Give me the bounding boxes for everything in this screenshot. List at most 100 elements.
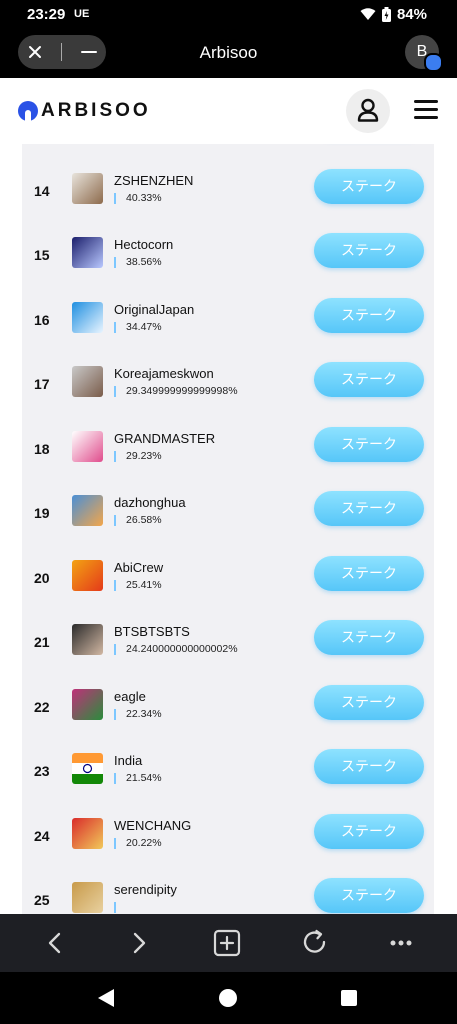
ranking-row: 25 serendipity ステーク [22,868,434,914]
rank-number: 22 [34,698,50,715]
ranking-row: 19 dazhonghua 26.58% ステーク [22,481,434,545]
avatar-dazhonghua [72,495,103,526]
profile-badge-icon [424,53,443,72]
stake-percentage: 29.23% [114,450,162,462]
system-back-icon[interactable] [96,988,116,1008]
ranking-list[interactable]: 1341.14%ステーク 14 ZSHENZHEN 40.33% ステーク 15 Hecto… [0,144,457,914]
ranking-row: 17 Koreajameskwon 29.349999999999998% ステーク [22,352,434,416]
ranking-row: 16 OriginalJapan 34.47% ステーク [22,288,434,352]
ranking-row: 14 ZSHENZHEN 40.33% ステーク [22,159,434,223]
stake-percentage: 38.56% [114,256,162,268]
user-name[interactable]: serendipity [114,882,177,897]
rank-number: 20 [34,569,50,586]
stake-percentage: 24.240000000000002% [114,643,238,655]
rank-number: 24 [34,827,50,844]
avatar-hectocorn [72,237,103,268]
ranking-row: 20 AbiCrew 25.41% ステーク [22,546,434,610]
stake-percentage: 26.58% [114,514,162,526]
rank-number: 16 [34,311,50,328]
rank-number: 15 [34,247,50,263]
stake-button[interactable]: ステーク [314,684,424,720]
avatar-abicrew [72,559,103,591]
ranking-row: 21 BTSBTSBTS 24.240000000000002% ステーク [22,610,434,674]
profile-avatar-button[interactable]: B [405,35,443,72]
rank-number: 17 [34,376,50,392]
avatar-zshenzhen [72,172,103,204]
stake-percentage: 21.54% [114,772,162,784]
battery-level: 84% [396,6,427,23]
stake-button[interactable]: ステーク [314,297,424,333]
stake-percentage: 40.33% [114,192,162,204]
site-logo[interactable]: ARBISOO [18,100,151,122]
stake-percentage: 25.41% [114,579,162,591]
avatar-grandmaster [72,430,103,462]
hamburger-menu-button[interactable] [414,100,438,122]
logo-text: ARBISOO [41,100,151,121]
browser-toolbar: Arbisoo B [0,30,457,78]
stake-percentage: 34.47% [114,321,162,333]
user-name[interactable]: India [114,753,142,768]
user-name[interactable]: eagle [114,689,146,704]
ranking-row: 1341.14%ステーク [22,144,434,158]
logo-mark-icon [18,101,38,121]
avatar-serendipity [72,882,103,913]
ranking-row: 15 Hectocorn 38.56% ステーク [22,223,434,287]
avatar-btsbtsbts [72,624,103,655]
reload-icon[interactable] [300,928,330,958]
battery-icon [381,7,391,22]
user-name[interactable]: ZSHENZHEN [114,173,193,188]
back-arrow-icon[interactable] [40,928,70,958]
stake-percentage: 22.34% [114,708,162,720]
ranking-row: 22 eagle 22.34% ステーク [22,675,434,739]
user-icon [357,98,379,122]
status-carrier: UE [74,8,90,20]
new-tab-icon[interactable] [212,928,242,958]
avatar-koreajameskwon [72,366,103,397]
stake-button[interactable]: ステーク [314,878,424,913]
user-name[interactable]: dazhonghua [114,495,186,510]
user-name[interactable]: Hectocorn [114,237,173,252]
system-home-icon[interactable] [218,988,238,1008]
stake-button[interactable]: ステーク [314,491,424,526]
browser-bottom-bar [0,914,457,972]
rank-number: 21 [34,634,50,650]
status-bar: 23:29 UE 84% [0,0,457,30]
user-name[interactable]: WENCHANG [114,818,191,833]
user-name[interactable]: AbiCrew [114,560,163,575]
more-options-icon[interactable] [386,928,416,958]
system-navigation-bar [0,972,457,1024]
stake-button[interactable]: ステーク [314,749,424,784]
ranking-row: 18 GRANDMASTER 29.23% ステーク [22,417,434,481]
user-name[interactable]: GRANDMASTER [114,431,215,446]
user-name[interactable]: OriginalJapan [114,302,194,317]
stake-button[interactable]: ステーク [314,168,424,204]
rank-number: 19 [34,505,50,521]
avatar-originaljapan [72,301,103,333]
avatar-india-flag [72,753,103,784]
user-name[interactable]: BTSBTSBTS [114,624,190,639]
stake-button[interactable]: ステーク [314,813,424,849]
avatar-wenchang [72,817,103,849]
stake-percentage: 20.22% [114,837,162,849]
forward-arrow-icon[interactable] [124,928,154,958]
wifi-icon [360,8,376,20]
ranking-row: 23 India 21.54% ステーク [22,739,434,803]
avatar-eagle [72,688,103,720]
site-header: ARBISOO [0,78,457,144]
browser-title: Arbisoo [199,43,258,62]
rank-number: 18 [34,440,50,457]
user-name[interactable]: Koreajameskwon [114,366,214,381]
status-time: 23:29 [27,6,66,23]
status-right: 84% [360,6,427,23]
stake-button[interactable]: ステーク [314,555,424,591]
account-button[interactable] [346,89,390,133]
stake-button[interactable]: ステーク [314,233,424,268]
system-recents-icon[interactable] [341,990,357,1006]
ranking-row: 24 WENCHANG 20.22% ステーク [22,804,434,868]
rank-number: 23 [34,763,50,779]
rank-number: 25 [34,892,50,908]
stake-button[interactable]: ステーク [314,362,424,397]
stake-button[interactable]: ステーク [314,620,424,655]
stake-percentage: 29.349999999999998% [114,385,238,397]
stake-button[interactable]: ステーク [314,426,424,462]
